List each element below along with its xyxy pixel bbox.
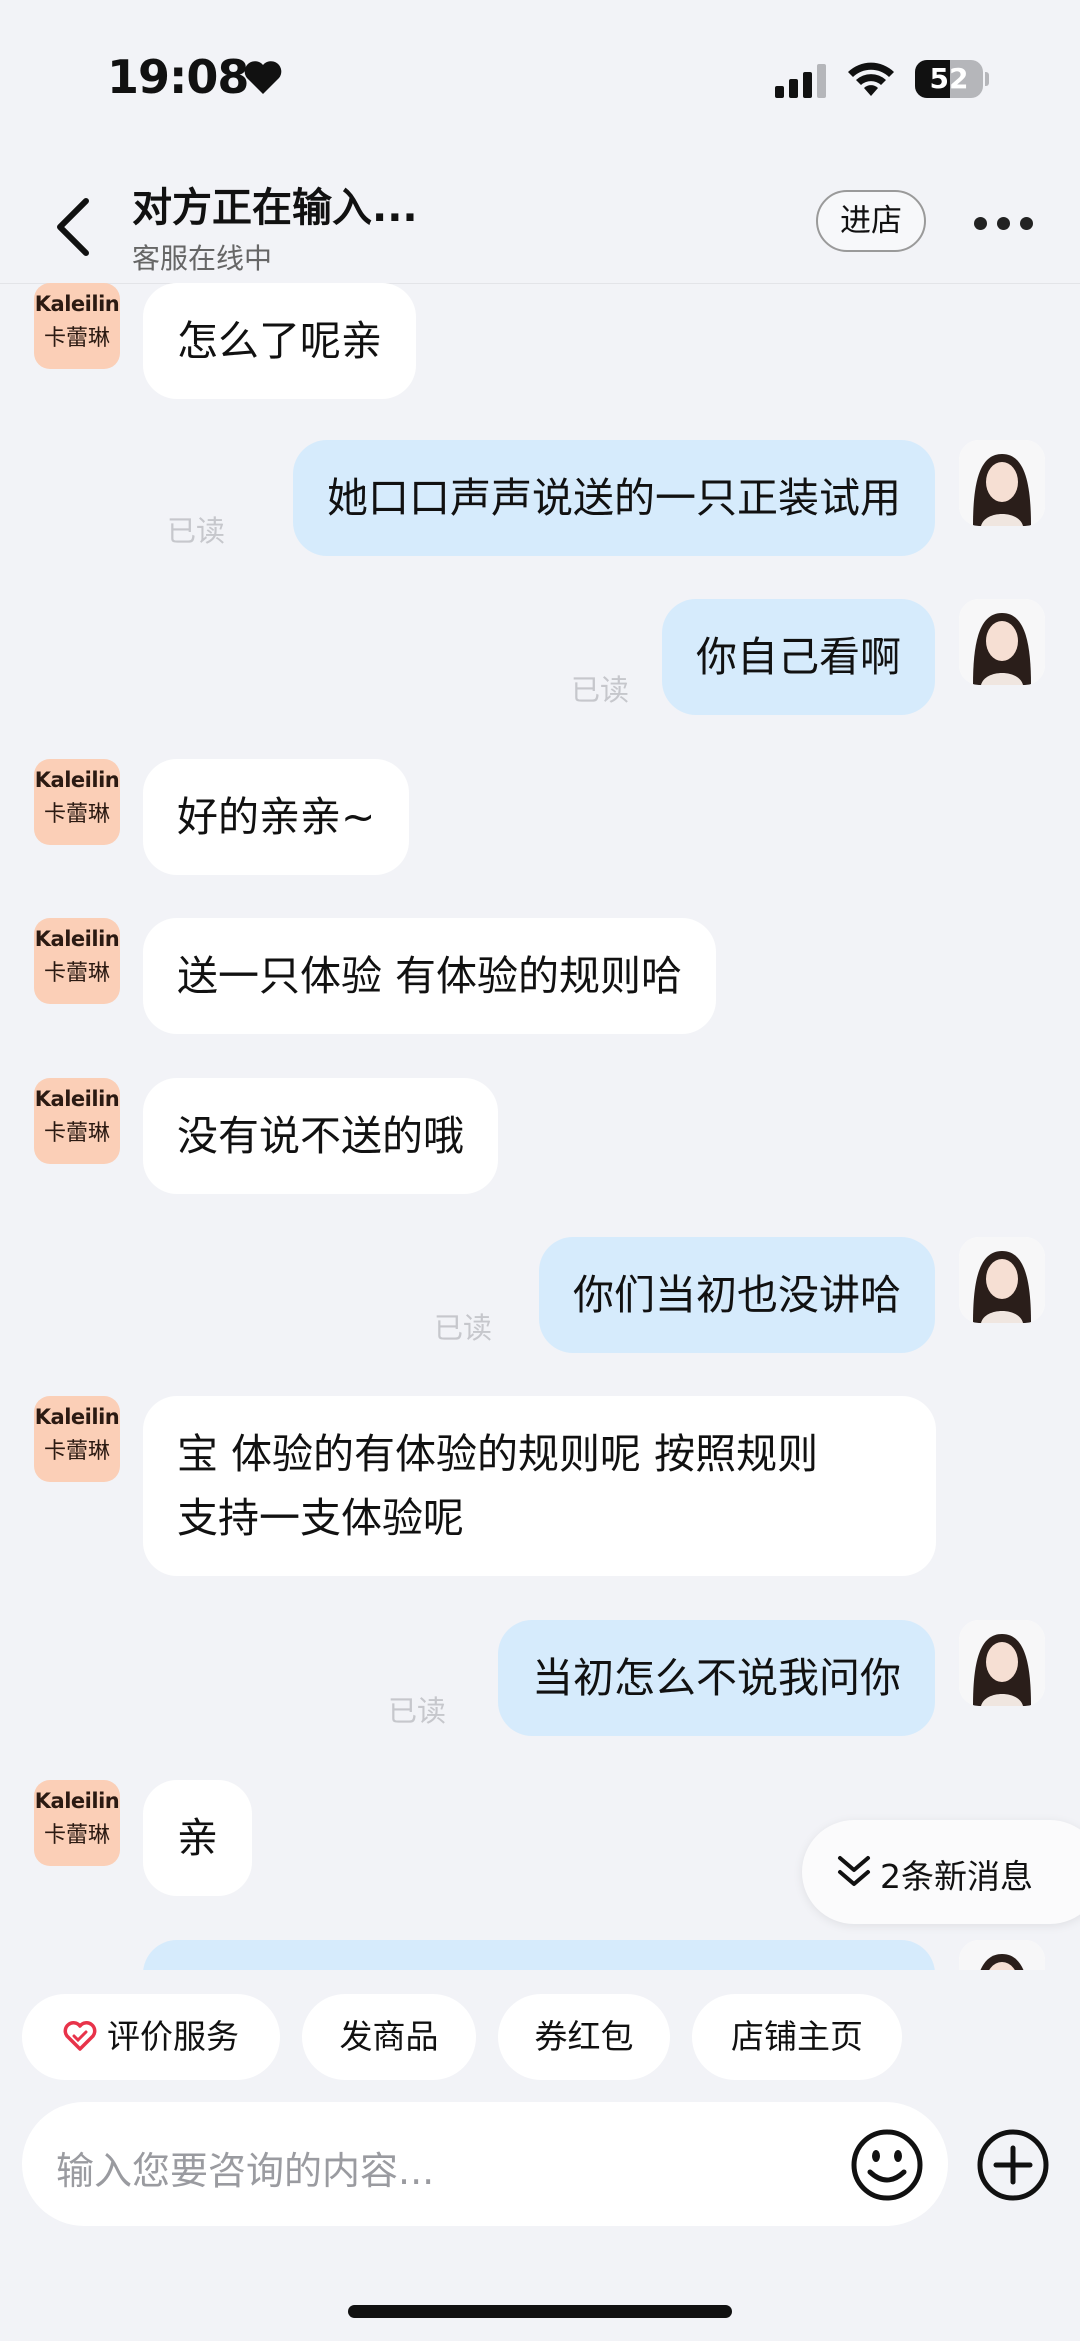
message-bubble[interactable]: 你自己看啊 (662, 599, 935, 715)
user-avatar[interactable] (959, 599, 1045, 685)
user-avatar[interactable] (959, 1237, 1045, 1323)
chat-title: 对方正在输入... (132, 185, 418, 231)
message-bubble[interactable]: 亲 (143, 1780, 252, 1896)
shop-avatar[interactable]: Kaleilin 卡蕾琳 (34, 1078, 120, 1164)
quick-actions-bar: 评价服务 发商品 券红包 店铺主页 (0, 1970, 1080, 2100)
message-bubble[interactable]: 你们当初也没讲哈 (539, 1237, 935, 1353)
heart-icon (244, 61, 282, 94)
service-status: 客服在线中 (132, 242, 273, 275)
read-receipt: 已读 (167, 514, 226, 548)
back-arrow-icon[interactable] (52, 195, 96, 259)
user-portrait-icon (959, 1620, 1045, 1706)
user-avatar[interactable] (959, 440, 1045, 526)
send-product-chip[interactable]: 发商品 (302, 1994, 476, 2080)
user-avatar[interactable] (959, 1620, 1045, 1706)
message-bubble[interactable]: 当初怎么不说我问你 (498, 1620, 935, 1736)
user-avatar[interactable] (959, 1940, 1045, 1970)
message-bubble[interactable]: 宝 体验的有体验的规则呢 按照规则 支持一支体验呢 (143, 1396, 936, 1576)
read-receipt: 已读 (571, 673, 630, 707)
status-bar: 19:08 52 (0, 0, 1080, 150)
new-messages-button[interactable]: 2条新消息 (802, 1820, 1080, 1924)
shop-avatar[interactable]: Kaleilin 卡蕾琳 (34, 918, 120, 1004)
more-options-icon[interactable] (974, 217, 1034, 233)
message-input[interactable]: 输入您要咨询的内容... (22, 2102, 948, 2226)
double-chevron-down-icon (838, 1856, 870, 1886)
shop-avatar[interactable]: Kaleilin 卡蕾琳 (34, 283, 120, 369)
emoji-icon[interactable] (850, 2128, 924, 2202)
chat-header: 对方正在输入... 客服在线中 进店 (0, 165, 1080, 284)
user-portrait-icon (959, 1237, 1045, 1323)
shop-avatar[interactable]: Kaleilin 卡蕾琳 (34, 1396, 120, 1482)
store-home-chip[interactable]: 店铺主页 (692, 1994, 902, 2080)
coupons-chip[interactable]: 券红包 (498, 1994, 670, 2080)
rate-service-chip[interactable]: 评价服务 (22, 1994, 280, 2080)
home-indicator (348, 2305, 732, 2318)
message-bubble[interactable]: 好的亲亲~ (143, 759, 410, 875)
cellular-signal-icon (775, 64, 826, 98)
new-messages-label: 2条新消息 (880, 1857, 1033, 1896)
read-receipt: 已读 (388, 1694, 447, 1728)
message-bubble[interactable]: 没有说不送的哦 (143, 1078, 498, 1194)
wifi-icon (848, 62, 894, 96)
battery-indicator: 52 (915, 60, 989, 98)
message-bubble[interactable]: 怎么了呢亲 (143, 283, 416, 399)
input-placeholder: 输入您要咨询的内容... (56, 2149, 435, 2193)
shop-avatar[interactable]: Kaleilin 卡蕾琳 (34, 759, 120, 845)
message-bubble[interactable]: 她口口声声说送的一只正装试用 (293, 440, 935, 556)
shop-avatar[interactable]: Kaleilin 卡蕾琳 (34, 1780, 120, 1866)
message-list[interactable]: Kaleilin 卡蕾琳 怎么了呢亲 已读 她口口声声说送的一只正装试用 已读 你… (0, 283, 1080, 1970)
message-bubble-partial[interactable] (143, 1940, 935, 1970)
heart-outline-icon (63, 2020, 97, 2051)
user-portrait-icon (959, 599, 1045, 685)
plus-icon[interactable] (976, 2128, 1050, 2202)
status-time: 19:08 (107, 50, 249, 104)
user-portrait-icon (959, 440, 1045, 526)
user-portrait-icon (959, 1940, 1045, 1970)
message-bubble[interactable]: 送一只体验 有体验的规则哈 (143, 918, 717, 1034)
read-receipt: 已读 (434, 1311, 493, 1345)
enter-store-button[interactable]: 进店 (816, 190, 926, 252)
